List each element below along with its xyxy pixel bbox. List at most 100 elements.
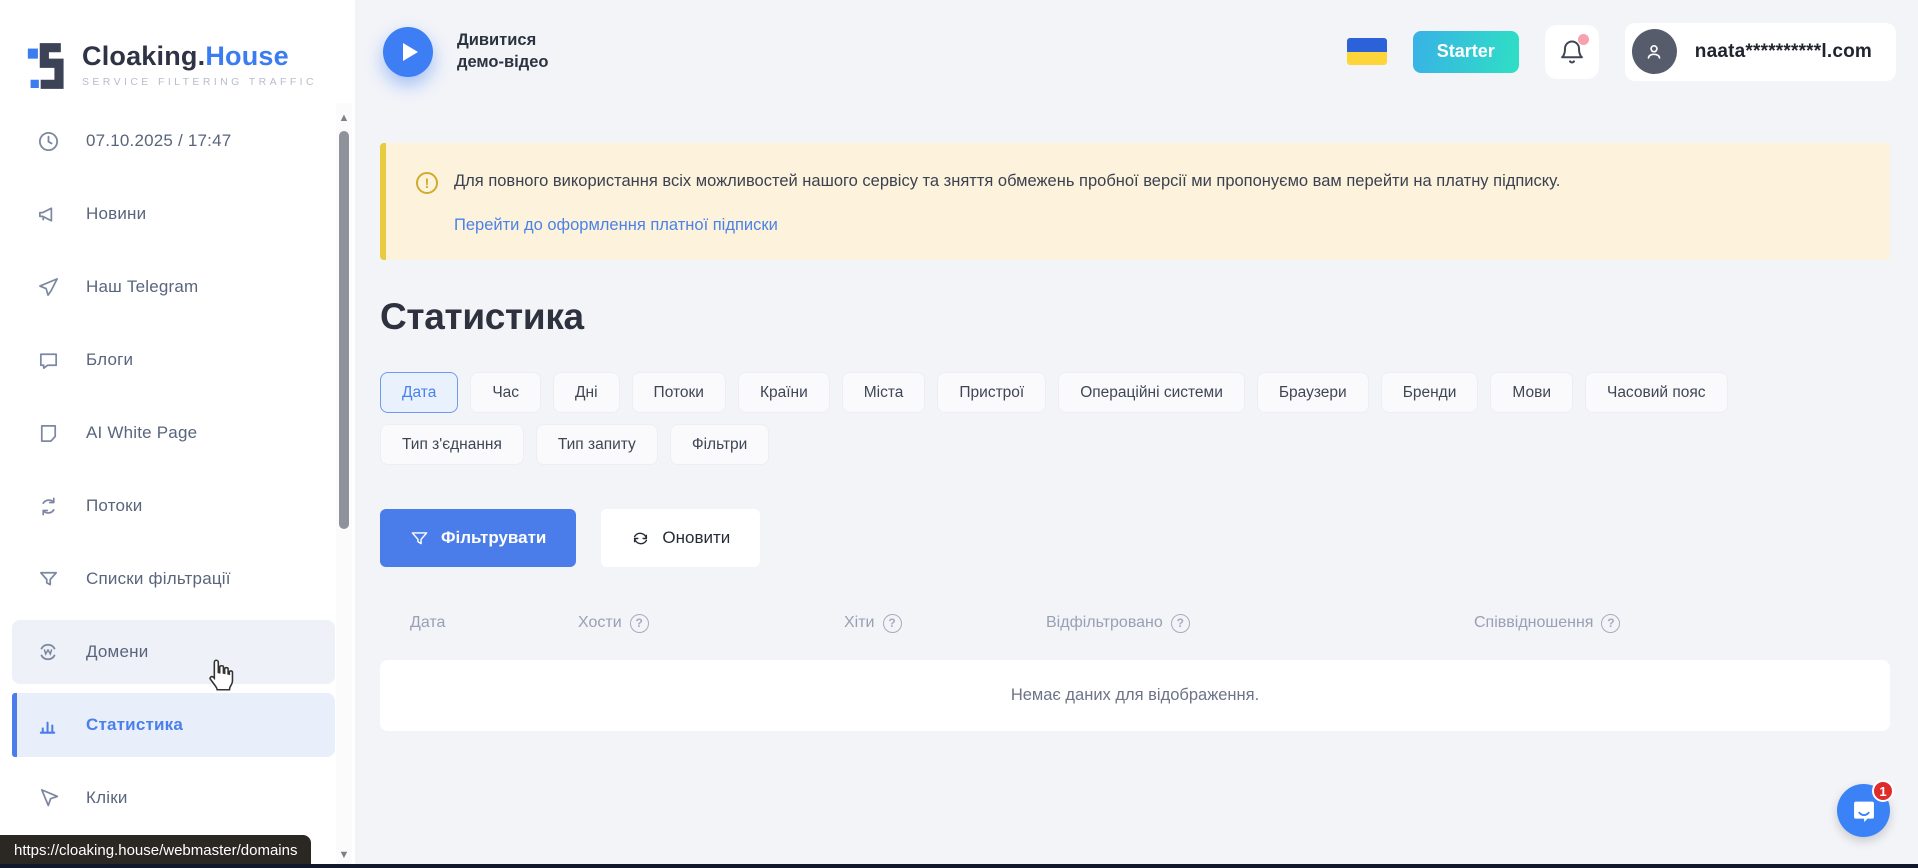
mouse-cursor-icon: [205, 658, 235, 692]
filter-tab[interactable]: Фільтри: [670, 424, 770, 465]
action-buttons: Фільтрувати Оновити: [380, 509, 1890, 567]
filter-tab[interactable]: Мови: [1490, 372, 1573, 413]
sidebar-item-cursor[interactable]: Кліки: [12, 766, 335, 830]
page-title: Статистика: [380, 296, 1890, 338]
sidebar-menu: 07.10.2025 / 17:47 Новини Наш Telegram Блог…: [0, 103, 355, 830]
filter-tab[interactable]: Тип з'єднання: [380, 424, 524, 465]
link-preview-statusbar: https://cloaking.house/webmaster/domains: [0, 835, 311, 865]
plan-badge-button[interactable]: Starter: [1413, 31, 1519, 73]
sidebar-item-label: 07.10.2025 / 17:47: [86, 131, 231, 151]
demo-video-label[interactable]: Дивитися демо-відео: [457, 30, 577, 73]
filter-tab[interactable]: Тип запиту: [536, 424, 658, 465]
demo-video[interactable]: Дивитися демо-відео: [383, 27, 577, 77]
sidebar: Cloaking.House SERVICE FILTERING TRAFFIC…: [0, 0, 355, 868]
chat-unread-badge: 1: [1872, 780, 1894, 802]
filter-tab[interactable]: Дні: [553, 372, 620, 413]
filter-tab[interactable]: Дата: [380, 372, 458, 413]
sidebar-item-bar-chart[interactable]: Статистика: [12, 693, 335, 757]
filter-tab[interactable]: Потоки: [632, 372, 726, 413]
clock-icon: [36, 129, 60, 153]
filter-tab[interactable]: Країни: [738, 372, 830, 413]
logo-icon: [26, 41, 70, 91]
filter-tab[interactable]: Час: [470, 372, 541, 413]
notifications-button[interactable]: [1545, 25, 1599, 79]
sidebar-item-label: AI White Page: [86, 423, 197, 443]
sidebar-item-chat-bubble[interactable]: Блоги: [12, 328, 335, 392]
user-icon: [1643, 41, 1665, 63]
notification-dot: [1578, 34, 1589, 45]
sidebar-item-label: Новини: [86, 204, 146, 224]
scroll-up-arrow-icon[interactable]: ▲: [338, 113, 350, 123]
play-icon: [403, 43, 418, 61]
sidebar-item-funnel[interactable]: Списки фільтрації: [12, 547, 335, 611]
streams-icon: [36, 494, 60, 518]
sidebar-item-paper-plane[interactable]: Наш Telegram: [12, 255, 335, 319]
sidebar-item-label: Блоги: [86, 350, 133, 370]
play-demo-button[interactable]: [383, 27, 433, 77]
filter-button-label: Фільтрувати: [441, 528, 546, 548]
sidebar-item-label: Списки фільтрації: [86, 569, 231, 589]
topbar: Дивитися демо-відео Starter naata*******…: [355, 0, 1918, 103]
logo[interactable]: Cloaking.House SERVICE FILTERING TRAFFIC: [0, 0, 355, 103]
filter-tab[interactable]: Операційні системи: [1058, 372, 1245, 413]
funnel-icon: [410, 529, 429, 548]
filter-tab[interactable]: Часовий пояс: [1585, 372, 1728, 413]
paper-plane-icon: [36, 275, 60, 299]
logo-tagline: SERVICE FILTERING TRAFFIC: [82, 76, 317, 88]
empty-table-card: Немає даних для відображення.: [380, 660, 1890, 731]
page-icon: [36, 421, 60, 445]
user-menu[interactable]: naata**********l.com: [1625, 23, 1896, 81]
banner-message: Для повного використання всіх можливосте…: [454, 170, 1560, 194]
logo-text: Cloaking.House SERVICE FILTERING TRAFFIC: [82, 43, 317, 88]
chat-smile-icon: [1850, 797, 1878, 825]
scroll-down-arrow-icon[interactable]: ▼: [338, 850, 350, 860]
refresh-button-label: Оновити: [662, 528, 730, 548]
filter-tabs-row: Тип з'єднання Тип запиту Фільтри: [380, 424, 1890, 465]
filter-tab[interactable]: Бренди: [1381, 372, 1479, 413]
sidebar-item-label: Наш Telegram: [86, 277, 198, 297]
filter-tab[interactable]: Браузери: [1257, 372, 1369, 413]
filter-tab[interactable]: Міста: [842, 372, 926, 413]
domain-icon: [36, 640, 60, 664]
filter-button[interactable]: Фільтрувати: [380, 509, 576, 567]
topbar-right: Starter naata**********l.com: [1347, 23, 1896, 81]
column-header: Співвідношення?: [1474, 614, 1890, 633]
sidebar-item-label: Статистика: [86, 715, 183, 735]
sidebar-item-label: Потоки: [86, 496, 142, 516]
megaphone-icon: [36, 202, 60, 226]
sidebar-item-domain[interactable]: Домени: [12, 620, 335, 684]
help-icon[interactable]: ?: [883, 614, 902, 633]
table-header: ДатаХости?Хіти?Відфільтровано?Співвіднош…: [380, 603, 1890, 643]
column-label: Хіти: [844, 614, 875, 632]
sidebar-item-megaphone[interactable]: Новини: [12, 182, 335, 246]
empty-message: Немає даних для відображення.: [1011, 686, 1259, 705]
sidebar-datetime: 07.10.2025 / 17:47: [12, 109, 335, 173]
upgrade-subscription-link[interactable]: Перейти до оформлення платної підписки: [454, 216, 778, 235]
refresh-icon: [631, 529, 650, 548]
sidebar-scrollbar[interactable]: ▲ ▼: [336, 103, 352, 868]
filter-tabs-row: Дата Час Дні Потоки Країни Міста Пристрої Опера…: [380, 372, 1890, 413]
warning-icon: !: [416, 172, 438, 194]
column-label: Відфільтровано: [1046, 614, 1163, 632]
user-email: naata**********l.com: [1695, 41, 1872, 63]
sidebar-item-streams[interactable]: Потоки: [12, 474, 335, 538]
brand-accent: House: [205, 41, 289, 71]
help-icon[interactable]: ?: [1171, 614, 1190, 633]
column-label: Дата: [410, 614, 445, 632]
filter-tabs: Дата Час Дні Потоки Країни Міста Пристрої Опера…: [380, 372, 1890, 465]
chat-widget-button[interactable]: 1: [1837, 784, 1890, 837]
chat-bubble-icon: [36, 348, 60, 372]
bar-chart-icon: [36, 713, 60, 737]
column-label: Співвідношення: [1474, 614, 1593, 632]
ukraine-flag-icon[interactable]: [1347, 38, 1387, 65]
filter-tab[interactable]: Пристрої: [937, 372, 1046, 413]
column-header: Відфільтровано?: [1046, 614, 1474, 633]
avatar: [1632, 29, 1677, 74]
scrollbar-thumb[interactable]: [339, 131, 349, 529]
help-icon[interactable]: ?: [1601, 614, 1620, 633]
cursor-icon: [36, 786, 60, 810]
help-icon[interactable]: ?: [630, 614, 649, 633]
column-header: Дата: [410, 614, 578, 632]
refresh-button[interactable]: Оновити: [601, 509, 760, 567]
sidebar-item-page[interactable]: AI White Page: [12, 401, 335, 465]
